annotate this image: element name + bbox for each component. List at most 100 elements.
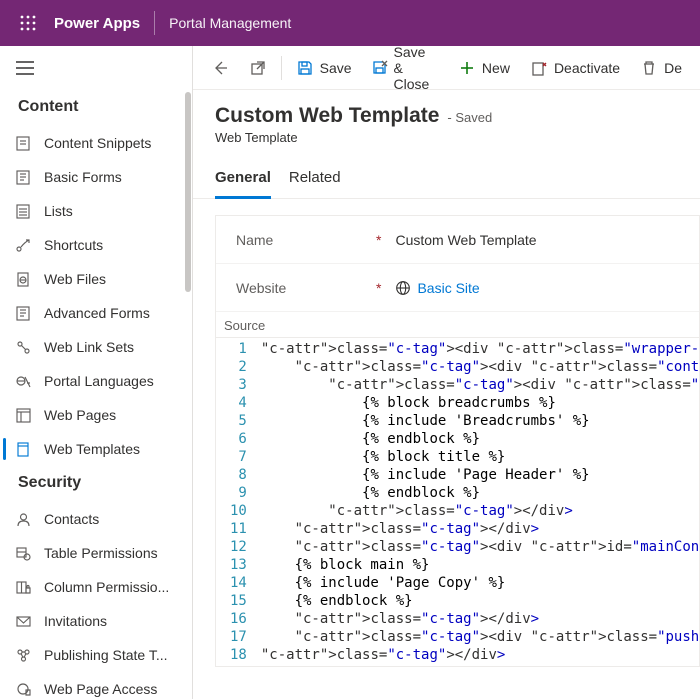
section-title-content: Content (0, 90, 192, 126)
line-number: 12 (230, 538, 247, 556)
saved-status: - Saved (447, 110, 492, 125)
main-content: Save Save & Close New Deactivate (193, 46, 700, 699)
code-line[interactable]: "c-attr">class="c-tag"></div> (261, 610, 700, 628)
line-number: 4 (230, 394, 247, 412)
sidebar-item-web-page-access[interactable]: Web Page Access (0, 672, 192, 699)
sidebar-item-label: Invitations (44, 613, 107, 629)
trash-icon (640, 59, 658, 77)
code-line[interactable]: {% include 'Page Copy' %} (261, 574, 700, 592)
sidebar-item-invitations[interactable]: Invitations (0, 604, 192, 638)
sidebar-item-table-permissions[interactable]: Table Permissions (0, 536, 192, 570)
brand-title[interactable]: Power Apps (52, 15, 150, 32)
sidebar-item-advanced-forms[interactable]: Advanced Forms (0, 296, 192, 330)
line-number: 14 (230, 574, 247, 592)
form-tabs: General Related (193, 155, 700, 199)
name-field-label: Name (236, 232, 376, 248)
code-line[interactable]: "c-attr">class="c-tag"><div "c-attr">cla… (261, 358, 700, 376)
line-number: 17 (230, 628, 247, 646)
code-editor[interactable]: 123456789101112131415161718 "c-attr">cla… (216, 337, 699, 666)
sidebar-item-column-permissio[interactable]: Column Permissio... (0, 570, 192, 604)
sidebar-item-label: Table Permissions (44, 545, 158, 561)
sidebar-item-shortcuts[interactable]: Shortcuts (0, 228, 192, 262)
code-line[interactable]: {% block breadcrumbs %} (261, 394, 700, 412)
sidebar-item-lists[interactable]: Lists (0, 194, 192, 228)
shortcut-icon (14, 236, 32, 254)
new-button[interactable]: New (448, 46, 520, 90)
required-indicator: * (376, 232, 381, 248)
webfile-icon (14, 270, 32, 288)
name-field-value[interactable]: Custom Web Template (395, 232, 536, 248)
sidebar-item-label: Shortcuts (44, 237, 103, 253)
website-lookup[interactable]: Basic Site (395, 280, 479, 296)
sidebar-item-publishing-state-t[interactable]: Publishing State T... (0, 638, 192, 672)
open-new-window-button[interactable] (239, 46, 277, 90)
sidebar-item-web-pages[interactable]: Web Pages (0, 398, 192, 432)
code-line[interactable]: {% endblock %} (261, 430, 700, 448)
sidebar-item-label: Content Snippets (44, 135, 151, 151)
code-body[interactable]: "c-attr">class="c-tag"><div "c-attr">cla… (255, 338, 700, 666)
back-arrow-icon (211, 59, 229, 77)
code-line[interactable]: "c-attr">class="c-tag"></div> (261, 646, 700, 664)
sidebar-item-label: Column Permissio... (44, 579, 169, 595)
sidebar-item-label: Web Files (44, 271, 106, 287)
code-line[interactable]: {% block main %} (261, 556, 700, 574)
sidebar-item-web-templates[interactable]: Web Templates (0, 432, 192, 466)
sidebar-item-web-link-sets[interactable]: Web Link Sets (0, 330, 192, 364)
sidebar-item-web-files[interactable]: Web Files (0, 262, 192, 296)
line-number: 11 (230, 520, 247, 538)
code-line[interactable]: {% block title %} (261, 448, 700, 466)
field-row-name[interactable]: Name * Custom Web Template (216, 216, 699, 264)
app-launcher-button[interactable] (4, 0, 52, 46)
contact-icon (14, 510, 32, 528)
delete-button[interactable]: De (630, 46, 692, 90)
app-name[interactable]: Portal Management (159, 15, 301, 31)
sidebar-item-basic-forms[interactable]: Basic Forms (0, 160, 192, 194)
webaccess-icon (14, 680, 32, 698)
new-label: New (482, 60, 510, 76)
line-number: 18 (230, 646, 247, 664)
line-number: 13 (230, 556, 247, 574)
back-button[interactable] (201, 46, 239, 90)
pubstate-icon (14, 646, 32, 664)
deactivate-button[interactable]: Deactivate (520, 46, 630, 90)
code-line[interactable]: "c-attr">class="c-tag"></div> (261, 520, 700, 538)
sidebar-item-label: Lists (44, 203, 73, 219)
code-line[interactable]: {% include 'Breadcrumbs' %} (261, 412, 700, 430)
code-line[interactable]: {% endblock %} (261, 484, 700, 502)
code-line[interactable]: "c-attr">class="c-tag"><div "c-attr">cla… (261, 340, 700, 358)
code-line[interactable]: "c-attr">class="c-tag"></div> (261, 502, 700, 520)
code-line[interactable]: "c-attr">class="c-tag"><div "c-attr">id=… (261, 538, 700, 556)
sidebar-item-label: Web Page Access (44, 681, 157, 697)
code-line[interactable]: {% endblock %} (261, 592, 700, 610)
line-number: 8 (230, 466, 247, 484)
website-link[interactable]: Basic Site (417, 280, 479, 296)
entity-name: Web Template (215, 130, 678, 145)
globe-icon (395, 280, 411, 296)
tableperm-icon (14, 544, 32, 562)
snippet-icon (14, 134, 32, 152)
sidebar-item-portal-languages[interactable]: Portal Languages (0, 364, 192, 398)
website-field-label: Website (236, 280, 376, 296)
plus-icon (458, 59, 476, 77)
line-number: 10 (230, 502, 247, 520)
sidebar-item-content-snippets[interactable]: Content Snippets (0, 126, 192, 160)
tab-related[interactable]: Related (289, 169, 341, 198)
field-row-website[interactable]: Website * Basic Site (216, 264, 699, 312)
deactivate-icon (530, 59, 548, 77)
code-line[interactable]: "c-attr">class="c-tag"><div "c-attr">cla… (261, 628, 700, 646)
cmdbar-separator (281, 56, 282, 80)
code-line[interactable]: "c-attr">class="c-tag"><div "c-attr">cla… (261, 376, 700, 394)
line-number: 1 (230, 340, 247, 358)
header-divider (154, 11, 155, 35)
code-line[interactable]: {% include 'Page Header' %} (261, 466, 700, 484)
save-button[interactable]: Save (286, 46, 362, 90)
sidebar-item-contacts[interactable]: Contacts (0, 502, 192, 536)
tab-general[interactable]: General (215, 169, 271, 199)
page-title: Custom Web Template (215, 104, 439, 128)
waffle-icon (20, 15, 36, 31)
save-close-button[interactable]: Save & Close (362, 46, 448, 90)
page-header: Custom Web Template - Saved Web Template (193, 90, 700, 155)
sidebar-toggle-button[interactable] (0, 46, 192, 90)
sidebar-scrollbar[interactable] (185, 92, 191, 292)
line-number: 16 (230, 610, 247, 628)
